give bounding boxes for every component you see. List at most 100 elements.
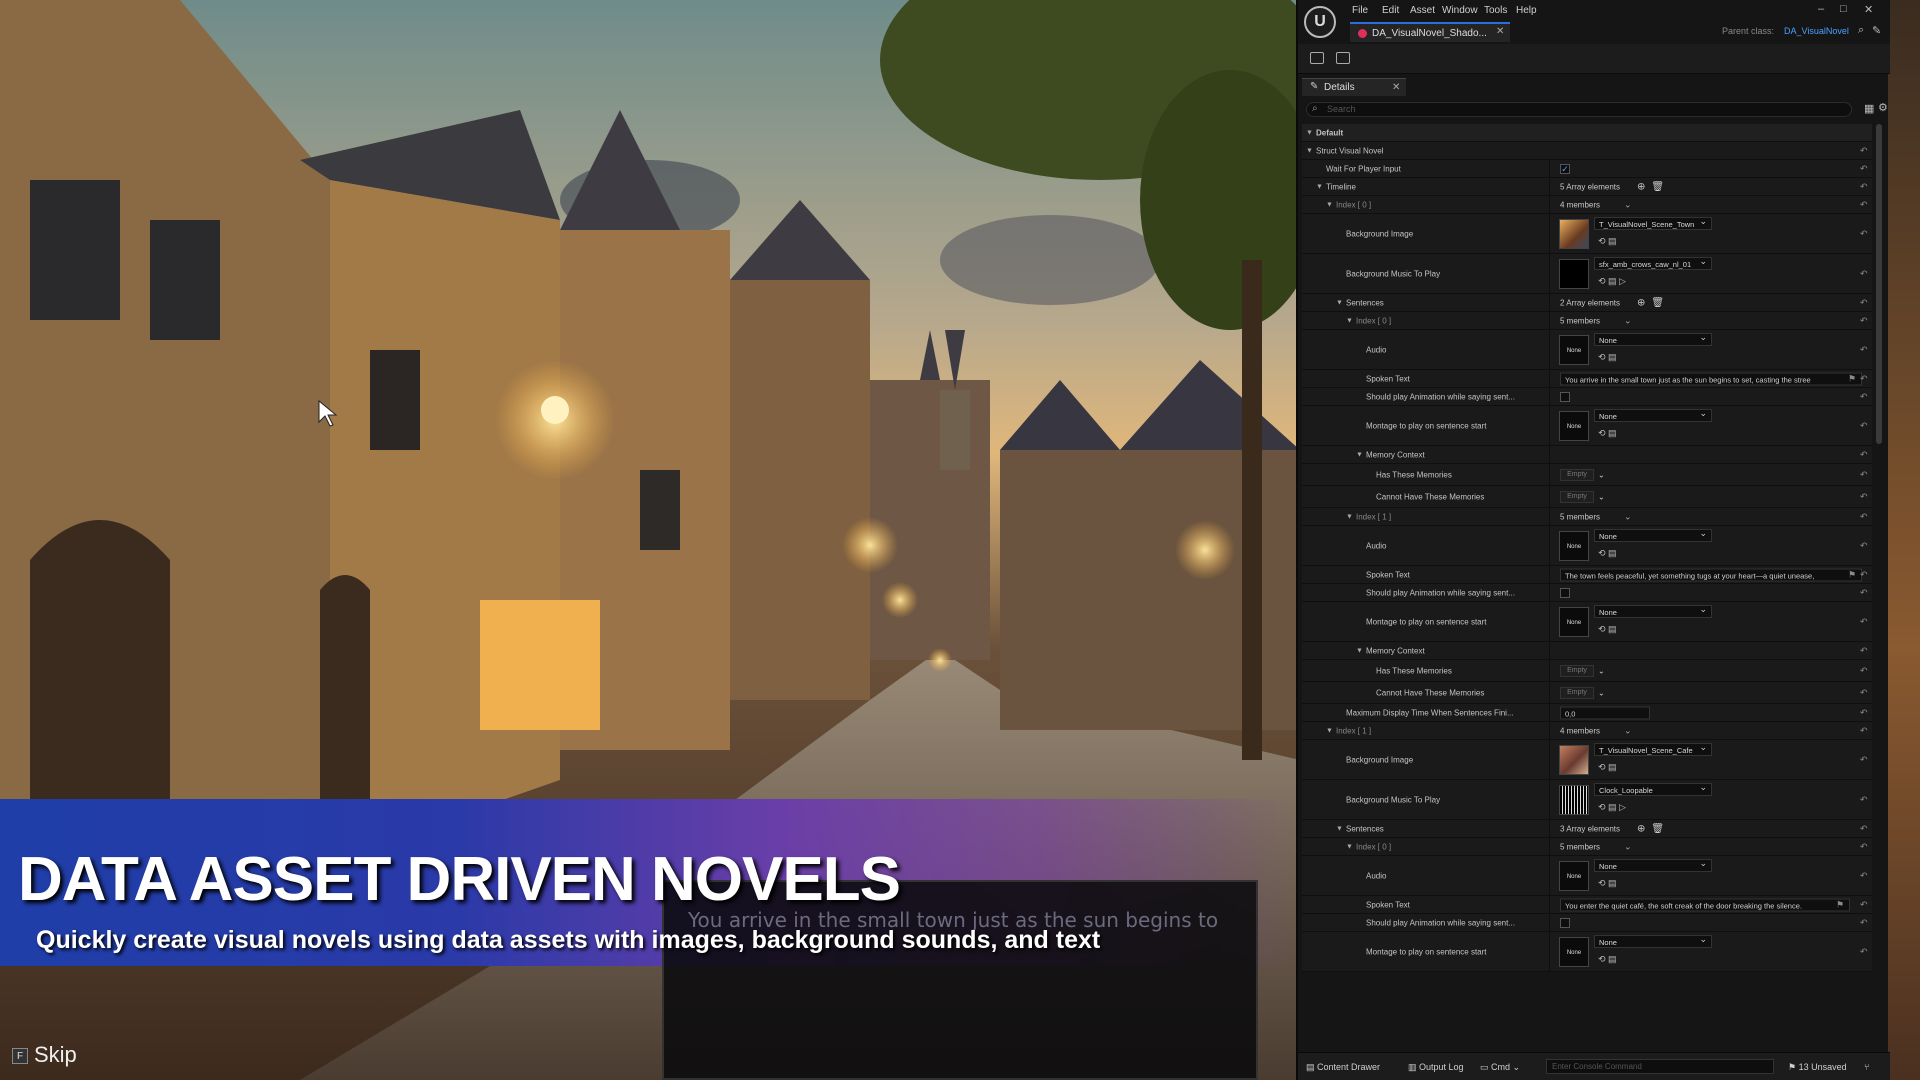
menu-edit[interactable]: Edit: [1382, 5, 1399, 16]
reset-icon[interactable]: ↶: [1860, 344, 1868, 355]
skip-button[interactable]: F Skip: [12, 1042, 77, 1068]
parent-class-link[interactable]: DA_VisualNovel: [1784, 26, 1849, 36]
unsaved-button[interactable]: ⚑ 13 Unsaved: [1788, 1062, 1847, 1073]
details-search-input[interactable]: ⌕ Search: [1306, 102, 1852, 117]
sentence-index-0[interactable]: ▼ Index [ 0 ] 5 members ⌄ ↶: [1302, 312, 1872, 330]
asset-picker[interactable]: Clock_Loopable: [1594, 783, 1712, 796]
reset-icon[interactable]: ↶: [1860, 707, 1868, 718]
reset-icon[interactable]: ↶: [1860, 687, 1868, 698]
browse-icon[interactable]: ⌕: [1858, 24, 1864, 37]
empty-chip[interactable]: Empty: [1560, 490, 1594, 503]
property-audio[interactable]: Audio None None ⟲ ▤ ↶: [1302, 330, 1872, 370]
property-max-display-time[interactable]: Maximum Display Time When Sentences Fini…: [1302, 704, 1872, 722]
reset-icon[interactable]: ↶: [1860, 587, 1868, 598]
edit-pencil-icon[interactable]: ✎: [1872, 24, 1881, 37]
property-memory-context[interactable]: ▼ Memory Context ↶: [1302, 642, 1872, 660]
property-audio[interactable]: Audio None None ⟲ ▤ ↶: [1302, 526, 1872, 566]
should-play-checkbox[interactable]: [1560, 587, 1570, 598]
expand-arrow-icon[interactable]: ▼: [1316, 183, 1323, 190]
spoken-text-field[interactable]: You arrive in the small town just as the…: [1560, 372, 1862, 385]
menu-file[interactable]: File: [1352, 5, 1368, 16]
asset-picker[interactable]: None: [1594, 859, 1712, 872]
use-browse-icons[interactable]: ⟲ ▤: [1598, 954, 1617, 965]
output-log-button[interactable]: ▥ Output Log: [1408, 1062, 1464, 1073]
chevron-down-icon[interactable]: ⌄: [1624, 725, 1632, 736]
property-should-play[interactable]: Should play Animation while saying sent.…: [1302, 914, 1872, 932]
wait-checkbox[interactable]: ✓: [1560, 163, 1570, 174]
montage-thumbnail[interactable]: None: [1559, 937, 1589, 967]
reset-icon[interactable]: ↶: [1860, 373, 1868, 384]
use-browse-icons[interactable]: ⟲ ▤: [1598, 624, 1617, 635]
expand-arrow-icon[interactable]: ▼: [1356, 647, 1363, 654]
reset-icon[interactable]: ↶: [1860, 917, 1868, 928]
timeline-index-0[interactable]: ▼ Index [ 0 ] 4 members ⌄ ↶: [1302, 196, 1872, 214]
expand-arrow-icon[interactable]: ▼: [1336, 825, 1343, 832]
add-trash-icons[interactable]: ⊕🗑: [1637, 297, 1670, 308]
use-browse-icons[interactable]: ⟲ ▤: [1598, 352, 1617, 363]
property-has-memories[interactable]: Has These Memories Empty ⌄ ↶: [1302, 464, 1872, 486]
category-default[interactable]: ▼ Default: [1302, 124, 1872, 142]
flag-icon[interactable]: ⚑: [1836, 899, 1844, 910]
asset-picker[interactable]: None: [1594, 605, 1712, 618]
expand-arrow-icon[interactable]: ▼: [1336, 299, 1343, 306]
property-has-memories[interactable]: Has These Memories Empty ⌄ ↶: [1302, 660, 1872, 682]
reset-icon[interactable]: ↶: [1860, 665, 1868, 676]
chevron-down-icon[interactable]: ⌄: [1624, 511, 1632, 522]
asset-picker[interactable]: sfx_amb_crows_caw_nl_01: [1594, 257, 1712, 270]
add-trash-icons[interactable]: ⊕🗑: [1637, 823, 1670, 834]
reset-icon[interactable]: ↶: [1860, 163, 1868, 174]
reset-icon[interactable]: ↶: [1860, 616, 1868, 627]
expand-arrow-icon[interactable]: ▼: [1326, 727, 1333, 734]
use-browse-icons[interactable]: ⟲ ▤: [1598, 878, 1617, 889]
reset-icon[interactable]: ↶: [1860, 491, 1868, 502]
property-cannot-memories[interactable]: Cannot Have These Memories Empty ⌄ ↶: [1302, 682, 1872, 704]
reset-icon[interactable]: ↶: [1860, 841, 1868, 852]
empty-chip[interactable]: Empty: [1560, 468, 1594, 481]
asset-picker[interactable]: None: [1594, 529, 1712, 542]
chevron-down-icon[interactable]: ⌄: [1598, 688, 1605, 697]
chevron-down-icon[interactable]: ⌄: [1624, 841, 1632, 852]
reset-icon[interactable]: ↶: [1860, 181, 1868, 192]
reset-icon[interactable]: ↶: [1860, 391, 1868, 402]
waveform-thumbnail[interactable]: [1559, 785, 1589, 815]
timeline-index-1[interactable]: ▼ Index [ 1 ] 4 members ⌄ ↶: [1302, 722, 1872, 740]
cmd-dropdown[interactable]: ▭ Cmd ⌄: [1480, 1062, 1520, 1073]
use-browse-play-icons[interactable]: ⟲ ▤ ▷: [1598, 802, 1626, 813]
use-browse-icons[interactable]: ⟲ ▤: [1598, 236, 1617, 247]
reset-icon[interactable]: ↶: [1860, 420, 1868, 431]
source-control-icon[interactable]: ⑂: [1864, 1062, 1869, 1072]
menu-asset[interactable]: Asset: [1410, 5, 1435, 16]
reset-icon[interactable]: ↶: [1860, 315, 1868, 326]
empty-chip[interactable]: Empty: [1560, 664, 1594, 677]
expand-arrow-icon[interactable]: ▼: [1306, 129, 1313, 136]
chevron-down-icon[interactable]: ⌄: [1598, 470, 1605, 479]
property-spoken-text[interactable]: Spoken Text You arrive in the small town…: [1302, 370, 1872, 388]
property-audio[interactable]: Audio None None ⟲ ▤ ↶: [1302, 856, 1872, 896]
menu-tools[interactable]: Tools: [1484, 5, 1507, 16]
reset-icon[interactable]: ↶: [1860, 511, 1868, 522]
property-timeline[interactable]: ▼ Timeline 5 Array elements ⊕🗑 ↶: [1302, 178, 1872, 196]
property-should-play[interactable]: Should play Animation while saying sent.…: [1302, 388, 1872, 406]
settings-gear-icon[interactable]: ⚙: [1878, 101, 1888, 114]
reset-icon[interactable]: ↶: [1860, 725, 1868, 736]
flag-icon[interactable]: ⚑: [1848, 373, 1856, 384]
reset-icon[interactable]: ↶: [1860, 870, 1868, 881]
reset-icon[interactable]: ↶: [1860, 645, 1868, 656]
content-drawer-button[interactable]: ▤ Content Drawer: [1306, 1062, 1380, 1073]
close-details-icon[interactable]: ✕: [1392, 82, 1400, 93]
property-background-music[interactable]: Background Music To Play sfx_amb_crows_c…: [1302, 254, 1872, 294]
close-window-icon[interactable]: ✕: [1864, 3, 1873, 16]
sentence-index-1[interactable]: ▼ Index [ 1 ] 5 members ⌄ ↶: [1302, 508, 1872, 526]
montage-thumbnail[interactable]: None: [1559, 607, 1589, 637]
table-view-icon[interactable]: ▦: [1864, 102, 1874, 115]
should-play-checkbox[interactable]: [1560, 917, 1570, 928]
property-spoken-text[interactable]: Spoken Text The town feels peaceful, yet…: [1302, 566, 1872, 584]
use-browse-icons[interactable]: ⟲ ▤: [1598, 428, 1617, 439]
asset-document-tab[interactable]: DA_VisualNovel_Shado...: [1350, 22, 1510, 42]
flag-icon[interactable]: ⚑: [1848, 569, 1856, 580]
reset-icon[interactable]: ↶: [1860, 540, 1868, 551]
asset-picker[interactable]: None: [1594, 935, 1712, 948]
spoken-text-field[interactable]: You enter the quiet café, the soft creak…: [1560, 898, 1850, 911]
reset-icon[interactable]: ↶: [1860, 569, 1868, 580]
reset-icon[interactable]: ↶: [1860, 145, 1868, 156]
